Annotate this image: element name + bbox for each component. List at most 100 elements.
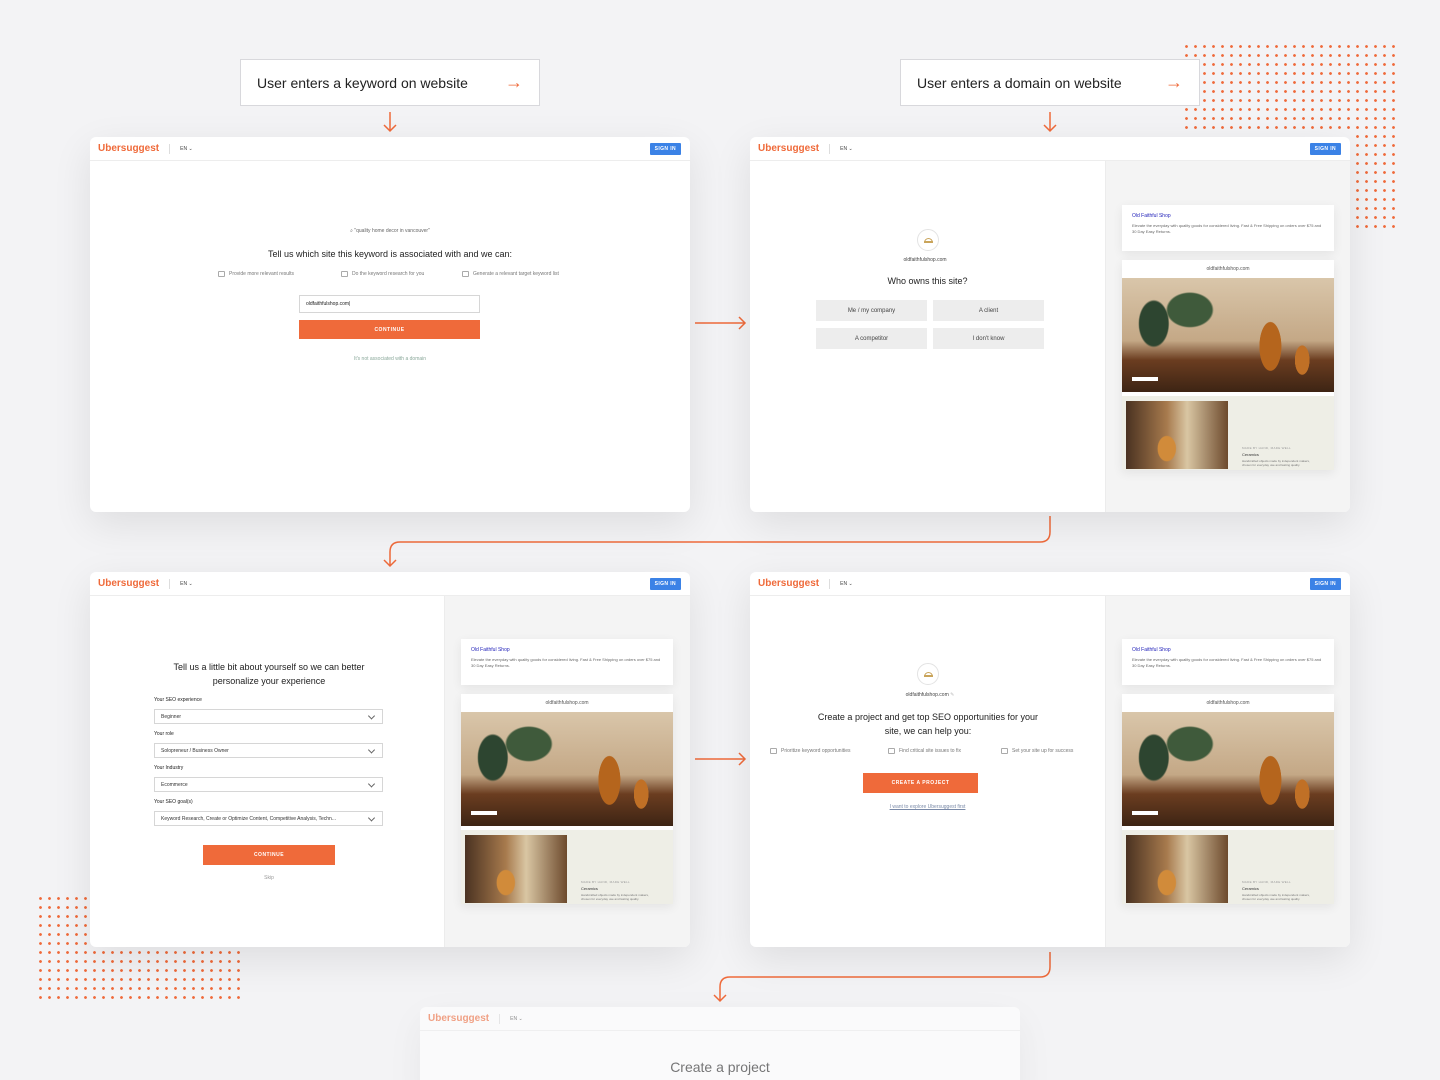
- field-label-industry: Your Industry: [154, 765, 184, 771]
- page-heading: Create a project: [670, 1059, 770, 1075]
- language-selector[interactable]: EN ⌄: [510, 1016, 523, 1022]
- logo[interactable]: Ubersuggest: [98, 143, 159, 154]
- chevron-down-icon: [367, 813, 376, 822]
- chevron-down-icon: [367, 745, 376, 754]
- sign-in-button[interactable]: SIGN IN: [1309, 578, 1341, 590]
- preview-caption: MADE BY HAND, MADE WELL Ceramics Handcra…: [581, 880, 649, 901]
- edit-icon[interactable]: ✎: [950, 692, 954, 698]
- skip-link[interactable]: Skip: [203, 875, 335, 881]
- hero-image: [1122, 712, 1334, 826]
- hero-cta: [1132, 377, 1158, 381]
- divider: [829, 578, 831, 589]
- divider: [499, 1013, 501, 1024]
- site-favicon: [917, 229, 939, 251]
- feature-text: Prioritize keyword opportunities: [781, 748, 851, 754]
- caption-title: Ceramics: [581, 886, 598, 891]
- owner-option-competitor[interactable]: A competitor: [816, 328, 927, 349]
- top-navbar: Ubersuggest EN ⌄ SIGN IN: [750, 572, 1350, 596]
- language-selector[interactable]: EN ⌄: [180, 146, 193, 152]
- continue-button[interactable]: CONTINUE: [299, 320, 480, 339]
- industry-select-value: Ecommerce: [161, 781, 188, 788]
- feature-item: Generate a relevant target keyword list: [462, 271, 559, 277]
- top-navbar: Ubersuggest EN ⌄ SIGN IN: [750, 137, 1350, 161]
- owner-option-me[interactable]: Me / my company: [816, 300, 927, 321]
- owner-option-unknown[interactable]: I don't know: [933, 328, 1044, 349]
- divider: [829, 143, 831, 154]
- feature-text: Set your site up for success: [1012, 748, 1074, 754]
- site-favicon: [917, 663, 939, 685]
- site-preview-panel: Old Faithful Shop Elevate the everyday w…: [1105, 161, 1350, 512]
- goals-select[interactable]: Keyword Research, Create or Optimize Con…: [154, 811, 383, 826]
- bell-icon: [923, 237, 933, 243]
- top-navbar: Ubersuggest EN ⌄: [420, 1007, 1020, 1031]
- goals-select-value: Keyword Research, Create or Optimize Con…: [161, 815, 336, 822]
- top-navbar: Ubersuggest EN ⌄ SIGN IN: [90, 572, 690, 596]
- hero-image: [1122, 278, 1334, 392]
- field-label-goals: Your SEO goal(s): [154, 799, 193, 805]
- language-selector[interactable]: EN ⌄: [840, 146, 853, 152]
- explore-link[interactable]: I want to explore Ubersuggest first: [850, 804, 1005, 810]
- sign-in-button[interactable]: SIGN IN: [649, 578, 681, 590]
- divider: [169, 143, 171, 154]
- language-selector[interactable]: EN ⌄: [180, 581, 193, 587]
- site-description: Elevate the everyday with quality goods …: [1132, 657, 1322, 668]
- site-preview-panel: Old Faithful Shop Elevate the everyday w…: [1105, 596, 1350, 947]
- hero-image: [461, 712, 673, 826]
- logo[interactable]: Ubersuggest: [758, 578, 819, 589]
- sign-in-button[interactable]: SIGN IN: [1309, 143, 1341, 155]
- page-heading: Create a project and get top SEO opportu…: [817, 712, 1039, 736]
- create-project-button[interactable]: CREATE A PROJECT: [863, 773, 978, 793]
- site-screenshot: oldfaithfulshop.com MADE BY HAND, MADE W…: [1122, 694, 1334, 904]
- site-screenshot: oldfaithfulshop.com MADE BY HAND, MADE W…: [1122, 260, 1334, 470]
- feature-text: Find critical site issues to fix: [899, 748, 961, 754]
- screen-create-project-prompt: Ubersuggest EN ⌄ SIGN IN oldfaithfulshop…: [750, 572, 1350, 947]
- caption-kicker: MADE BY HAND, MADE WELL: [1242, 880, 1292, 884]
- screen-personalize: Ubersuggest EN ⌄ SIGN IN Tell us a littl…: [90, 572, 690, 947]
- feature-text: Generate a relevant target keyword list: [473, 271, 559, 277]
- role-select[interactable]: Solopreneur / Business Owner: [154, 743, 383, 758]
- search-query-text: "quality home decor in vancouver": [354, 228, 430, 234]
- caption-title: Ceramics: [1242, 886, 1259, 891]
- search-icon: ⌕: [350, 228, 353, 234]
- domain-name: oldfaithfulshop.com: [903, 257, 947, 263]
- preview-url: oldfaithfulshop.com: [1206, 700, 1250, 706]
- logo[interactable]: Ubersuggest: [98, 578, 159, 589]
- logo[interactable]: Ubersuggest: [758, 143, 819, 154]
- owner-option-client[interactable]: A client: [933, 300, 1044, 321]
- no-domain-link[interactable]: It's not associated with a domain: [90, 356, 690, 362]
- list-icon: [341, 271, 348, 277]
- continue-button[interactable]: CONTINUE: [203, 845, 335, 865]
- list-icon: [770, 748, 777, 754]
- screen-site-owner: Ubersuggest EN ⌄ SIGN IN oldfaithfulshop…: [750, 137, 1350, 512]
- language-selector[interactable]: EN ⌄: [840, 581, 853, 587]
- preview-url: oldfaithfulshop.com: [545, 700, 589, 706]
- caption-kicker: MADE BY HAND, MADE WELL: [581, 880, 631, 884]
- chart-icon: [1001, 748, 1008, 754]
- domain-name: oldfaithfulshop.com ✎: [865, 692, 995, 698]
- site-preview-panel: Old Faithful Shop Elevate the everyday w…: [444, 596, 690, 947]
- field-label-experience: Your SEO experience: [154, 697, 202, 703]
- screen-create-project: Ubersuggest EN ⌄ Create a project: [420, 1007, 1020, 1080]
- domain-input[interactable]: oldfaithfulshop.com|: [299, 295, 480, 313]
- logo[interactable]: Ubersuggest: [428, 1013, 489, 1024]
- industry-select[interactable]: Ecommerce: [154, 777, 383, 792]
- hero-cta: [1132, 811, 1158, 815]
- chevron-down-icon: [367, 711, 376, 720]
- preview-caption: MADE BY HAND, MADE WELL Ceramics Handcra…: [1242, 446, 1310, 467]
- experience-select[interactable]: Beginner: [154, 709, 383, 724]
- owner-question: Who owns this site?: [887, 276, 968, 286]
- experience-select-value: Beginner: [161, 713, 182, 720]
- feature-text: Do the keyword research for you: [352, 271, 425, 277]
- language-label: EN: [180, 145, 188, 152]
- sign-in-button[interactable]: SIGN IN: [649, 143, 681, 155]
- feature-text: Provide more relevant results: [229, 271, 295, 277]
- preview-caption: MADE BY HAND, MADE WELL Ceramics Handcra…: [1242, 880, 1310, 901]
- language-label: EN: [180, 580, 188, 587]
- secondary-image: [1126, 401, 1228, 469]
- site-description: Elevate the everyday with quality goods …: [1132, 223, 1322, 234]
- bulb-icon: [218, 271, 225, 277]
- field-label-role: Your role: [154, 731, 174, 737]
- feature-item: Set your site up for success: [1001, 748, 1073, 754]
- language-label: EN: [510, 1015, 518, 1022]
- screen-keyword-association: Ubersuggest EN ⌄ SIGN IN ⌕ "quality home…: [90, 137, 690, 512]
